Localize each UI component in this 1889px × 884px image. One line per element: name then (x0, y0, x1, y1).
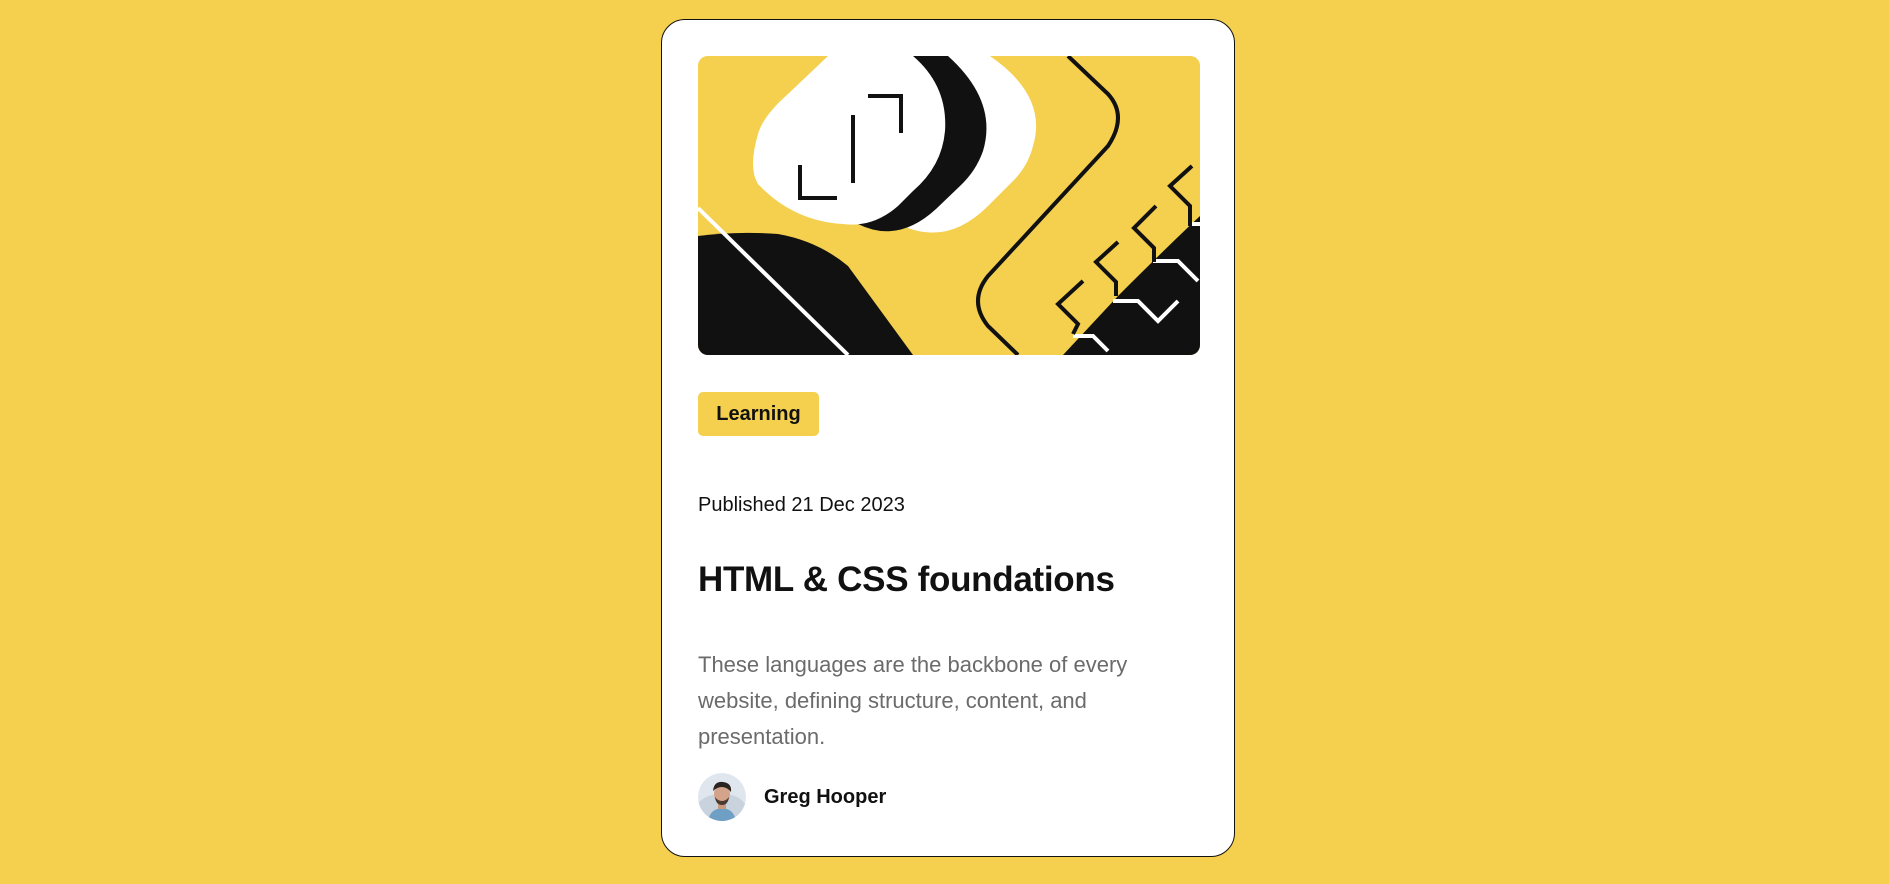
blog-preview-card: Learning Published 21 Dec 2023 HTML & CS… (661, 19, 1235, 857)
card-title[interactable]: HTML & CSS foundations (698, 560, 1115, 600)
author-avatar (698, 773, 746, 821)
author-name: Greg Hooper (764, 785, 887, 808)
published-date: Published 21 Dec 2023 (698, 494, 905, 516)
author-info: Greg Hooper (698, 773, 886, 821)
card-description: These languages are the backbone of ever… (698, 652, 1128, 749)
hero-illustration (698, 56, 1200, 355)
category-tag: Learning (698, 392, 819, 436)
